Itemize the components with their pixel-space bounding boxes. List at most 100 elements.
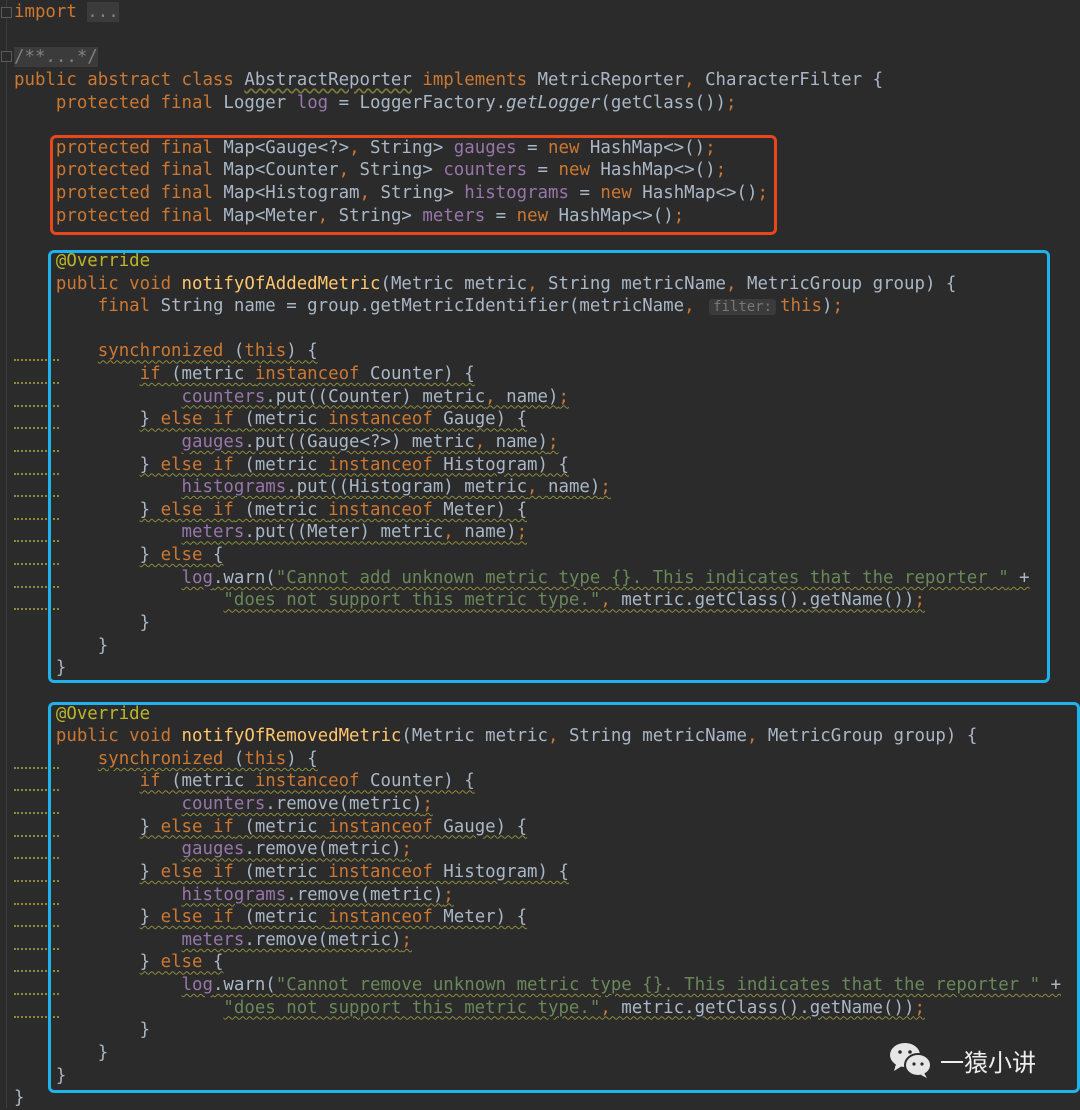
code-token: final — [97, 296, 161, 317]
code-line: } — [14, 1065, 66, 1088]
code-line: public void notifyOfAddedMetric(Metric m… — [14, 273, 956, 296]
watermark: 一猿小讲 — [888, 1040, 1036, 1080]
code-token: instanceof — [328, 454, 433, 475]
code-token: ; — [516, 522, 528, 543]
code-token: } — [139, 816, 161, 837]
code-token: ; — [558, 386, 569, 407]
code-token: (metric — [233, 816, 329, 837]
code-token[interactable]: /**...*/ — [14, 47, 98, 68]
code-token: HashMap<>() — [558, 205, 674, 226]
code-token: name) — [548, 477, 601, 498]
warning-marker — [14, 945, 59, 950]
code-token: name) — [506, 386, 559, 407]
code-line: } else if (metric instanceof Histogram) … — [14, 861, 569, 884]
warning-marker — [14, 515, 59, 520]
code-token: counters — [443, 160, 528, 181]
code-line: synchronized (this) { — [14, 748, 318, 771]
code-line: "does not support this metric type.", me… — [14, 997, 925, 1020]
code-line: synchronized (this) { — [14, 340, 318, 363]
code-line: @Override — [14, 250, 150, 273]
code-token: .remove(metric) — [286, 884, 444, 905]
code-token: String> — [380, 183, 465, 204]
fold-toggle-icon[interactable] — [1, 51, 12, 62]
code-token: , — [548, 726, 569, 747]
code-token: Counter) { — [359, 771, 475, 792]
code-token: Gauge) { — [432, 816, 528, 837]
code-line: } — [14, 1019, 151, 1042]
code-token: "Cannot remove unknown metric type {}. T… — [275, 975, 1041, 996]
code-token: (metric — [160, 771, 255, 792]
code-token: String> — [338, 205, 423, 226]
code-token: meters — [181, 522, 245, 543]
code-token: Counter) { — [359, 364, 475, 385]
code-token: } — [139, 499, 161, 520]
code-line: } — [14, 612, 151, 635]
warning-marker — [14, 583, 59, 588]
code-token: ; — [600, 477, 611, 498]
code-token: String> — [370, 137, 454, 158]
code-token: gauges — [181, 431, 245, 452]
code-line: protected final Map<Counter, String> cou… — [14, 159, 726, 182]
warning-marker — [14, 786, 59, 792]
code-token: = — [516, 137, 549, 158]
code-token: , — [359, 183, 381, 204]
code-line: log.warn("Cannot remove unknown metric t… — [14, 974, 1062, 997]
code-token: ; — [401, 929, 412, 950]
code-token: } — [139, 907, 161, 928]
code-token: String name = group.getMetricIdentifier(… — [160, 296, 685, 317]
code-token: new — [548, 137, 590, 158]
warning-marker — [14, 1013, 59, 1018]
code-line: meters.remove(metric); — [14, 929, 412, 952]
code-token: HashMap<>() — [642, 183, 758, 204]
code-line: } else if (metric instanceof Gauge) { — [14, 408, 527, 431]
code-token: } — [14, 613, 151, 633]
code-token: , — [485, 386, 507, 407]
code-token: (metric — [233, 499, 329, 520]
code-token: ; — [705, 137, 716, 158]
code-token: protected final — [55, 160, 224, 181]
warning-marker — [14, 990, 59, 996]
code-token[interactable]: ... — [87, 2, 119, 22]
parameter-hint: filter: — [709, 299, 777, 316]
code-token: meters — [422, 205, 486, 226]
code-token: new — [558, 160, 601, 181]
code-token: instanceof — [328, 409, 433, 430]
code-token: (metric — [233, 409, 329, 430]
code-token: histograms — [181, 884, 287, 905]
fold-toggle-icon[interactable] — [1, 7, 12, 18]
code-token: } — [14, 658, 67, 679]
code-token: this — [244, 341, 287, 362]
code-token: Map<Histogram — [223, 183, 360, 204]
warning-marker — [14, 605, 59, 611]
code-token: this — [244, 748, 287, 769]
code-token: + — [1008, 567, 1030, 588]
code-token: , — [726, 273, 747, 294]
code-line: counters.put((Counter) metric, name); — [14, 386, 569, 409]
code-token: ; — [832, 296, 843, 317]
code-token: ) — [821, 296, 833, 317]
code-line: public abstract class AbstractReporter i… — [14, 69, 883, 92]
code-token: Meter) { — [432, 499, 528, 520]
code-line: gauges.put((Gauge<?>) metric, name); — [14, 431, 559, 454]
code-token: Meter) { — [432, 907, 528, 928]
code-token: "Cannot add unknown metric type {}. This… — [275, 567, 1009, 588]
code-token: @Override — [55, 703, 151, 724]
code-line: histograms.remove(metric); — [14, 884, 454, 907]
code-line: if (metric instanceof Counter) { — [14, 770, 475, 793]
code-token: synchronized — [97, 748, 224, 769]
warning-marker — [14, 470, 59, 475]
code-token: getLogger — [506, 92, 601, 113]
code-line: protected final Map<Histogram, String> h… — [14, 182, 768, 205]
code-token: Map<Gauge<?> — [223, 137, 350, 158]
code-token: { — [202, 952, 224, 973]
code-token: .warn( — [212, 975, 276, 996]
code-token: = — [568, 183, 601, 204]
code-line: "does not support this metric type.", me… — [14, 589, 925, 612]
code-token: counters — [181, 794, 266, 815]
code-line: if (metric instanceof Counter) { — [14, 363, 475, 386]
code-token: ; — [914, 997, 925, 1018]
